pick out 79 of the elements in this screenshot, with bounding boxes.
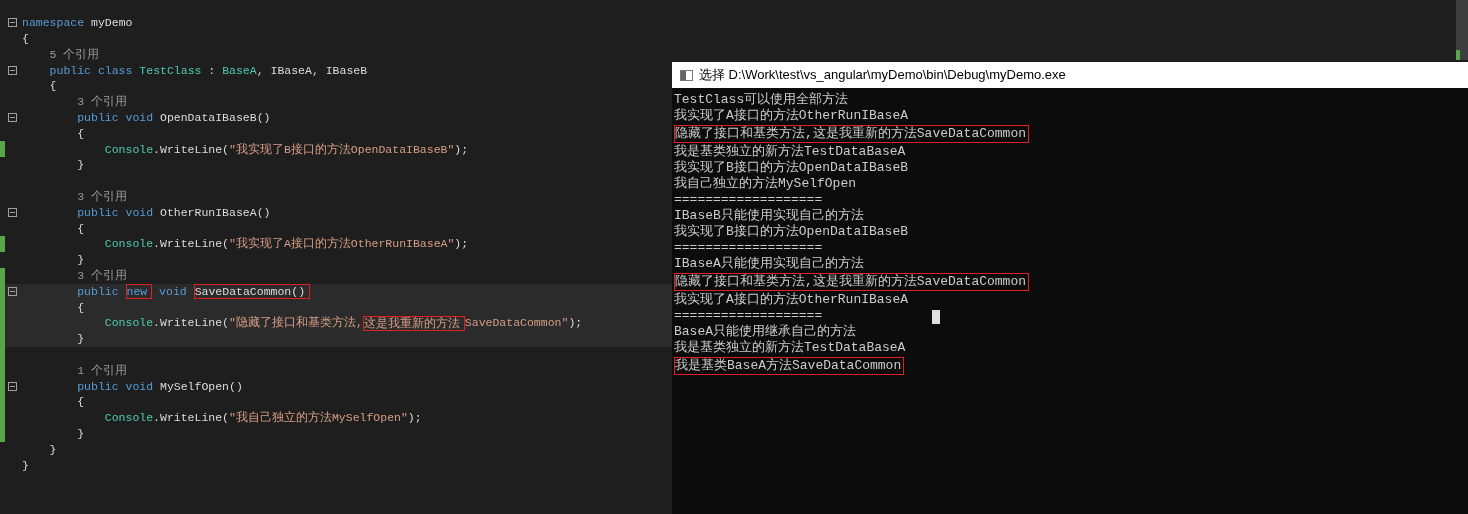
- code-text: .WriteLine(: [153, 236, 230, 253]
- console-line: 隐藏了接口和基类方法,这是我重新的方法SaveDataCommon: [675, 274, 1027, 289]
- collapse-icon[interactable]: [8, 18, 17, 28]
- code-text: , IBaseA, IBaseB: [256, 62, 368, 79]
- code-type: Console: [104, 141, 154, 158]
- code-text: {: [77, 299, 85, 316]
- console-line: ===================: [674, 192, 823, 208]
- code-keyword: public class: [49, 62, 133, 79]
- collapse-icon[interactable]: [8, 113, 17, 123]
- console-line: TestClass可以使用全部方法: [674, 92, 849, 108]
- code-text: }: [77, 252, 85, 269]
- console-line: 我实现了B接口的方法OpenDataIBaseB: [674, 160, 909, 176]
- console-line: 隐藏了接口和基类方法,这是我重新的方法SaveDataCommon: [675, 126, 1027, 141]
- code-text: .WriteLine(: [153, 141, 230, 158]
- code-text: OtherRunIBaseA(): [159, 204, 271, 221]
- code-keyword: public void: [77, 378, 154, 395]
- code-text: );: [454, 236, 469, 253]
- reference-count[interactable]: 3 个引用: [77, 267, 127, 285]
- code-keyword: public void: [77, 110, 154, 127]
- console-line: IBaseA只能使用实现自己的方法: [674, 256, 864, 272]
- code-text: myDemo: [90, 15, 133, 32]
- code-text: );: [407, 410, 422, 427]
- code-text: :: [207, 62, 217, 79]
- code-type: Console: [104, 410, 154, 427]
- code-text: .WriteLine(: [153, 410, 230, 427]
- code-string: "我实现了B接口的方法OpenDataIBaseB": [229, 141, 455, 158]
- code-string: "隐藏了接口和基类方法,: [229, 315, 363, 332]
- reference-count[interactable]: 1 个引用: [77, 361, 127, 380]
- console-line: BaseA只能使用继承自己的方法: [674, 324, 856, 340]
- code-text: OpenDataIBaseB(): [159, 110, 271, 127]
- code-text: .WriteLine(: [153, 315, 230, 332]
- console-line: 我实现了B接口的方法OpenDataIBaseB: [674, 224, 909, 240]
- code-string: SaveDataCommon": [464, 315, 569, 332]
- reference-count[interactable]: 3 个引用: [77, 93, 127, 111]
- code-text: {: [22, 31, 29, 48]
- collapse-icon[interactable]: [8, 286, 17, 296]
- console-icon: [680, 69, 693, 81]
- code-type: Console: [104, 315, 154, 332]
- console-line: 我是基类独立的新方法TestDataBaseA: [674, 340, 906, 356]
- code-string: "我自己独立的方法MySelfOpen": [229, 410, 408, 427]
- code-string: 这是我重新的方法: [363, 316, 460, 330]
- console-line: ===================: [674, 240, 823, 256]
- code-type: Console: [104, 236, 154, 253]
- reference-count[interactable]: 3 个引用: [77, 188, 127, 206]
- code-keyword: public: [77, 283, 120, 300]
- code-text: }: [22, 457, 29, 474]
- code-keyword: void: [158, 283, 188, 300]
- code-text: MySelfOpen(): [159, 378, 243, 395]
- code-text: }: [77, 157, 85, 174]
- scrollbar[interactable]: [1456, 0, 1468, 60]
- console-line: IBaseB只能使用实现自己的方法: [674, 208, 864, 224]
- console-line: 我是基类独立的新方法TestDataBaseA: [674, 144, 906, 160]
- code-keyword: public void: [77, 204, 154, 221]
- code-text: );: [454, 141, 469, 158]
- collapse-icon[interactable]: [8, 65, 17, 75]
- console-line: ===================: [674, 308, 823, 324]
- code-text: {: [77, 220, 85, 237]
- code-text: }: [77, 331, 85, 348]
- code-text: {: [49, 78, 57, 95]
- code-text: SaveDataCommon(): [194, 284, 306, 298]
- code-type: TestClass: [138, 62, 202, 79]
- console-line: 我实现了A接口的方法OtherRunIBaseA: [674, 292, 909, 308]
- code-text: {: [77, 394, 85, 411]
- console-line: 我实现了A接口的方法OtherRunIBaseA: [674, 108, 909, 124]
- change-marker: [1456, 50, 1460, 60]
- console-line: 我是基类BaseA方法SaveDataCommon: [675, 358, 902, 373]
- collapse-icon[interactable]: [8, 207, 17, 217]
- code-text: }: [49, 441, 57, 458]
- code-text: }: [77, 426, 85, 442]
- code-text: );: [568, 315, 583, 332]
- console-line: 我自己独立的方法MySelfOpen: [674, 176, 856, 192]
- code-keyword: namespace: [22, 15, 85, 32]
- code-string: "我实现了A接口的方法OtherRunIBaseA": [229, 236, 455, 253]
- collapse-icon[interactable]: [8, 381, 17, 391]
- code-type: BaseA: [222, 62, 257, 79]
- window-title: 选择 D:\Work\test\vs_angular\myDemo\bin\Debug\myDemo.exe: [699, 66, 1066, 85]
- code-keyword: new: [126, 284, 148, 298]
- code-text: {: [77, 125, 85, 142]
- reference-count[interactable]: 5 个引用: [49, 45, 100, 64]
